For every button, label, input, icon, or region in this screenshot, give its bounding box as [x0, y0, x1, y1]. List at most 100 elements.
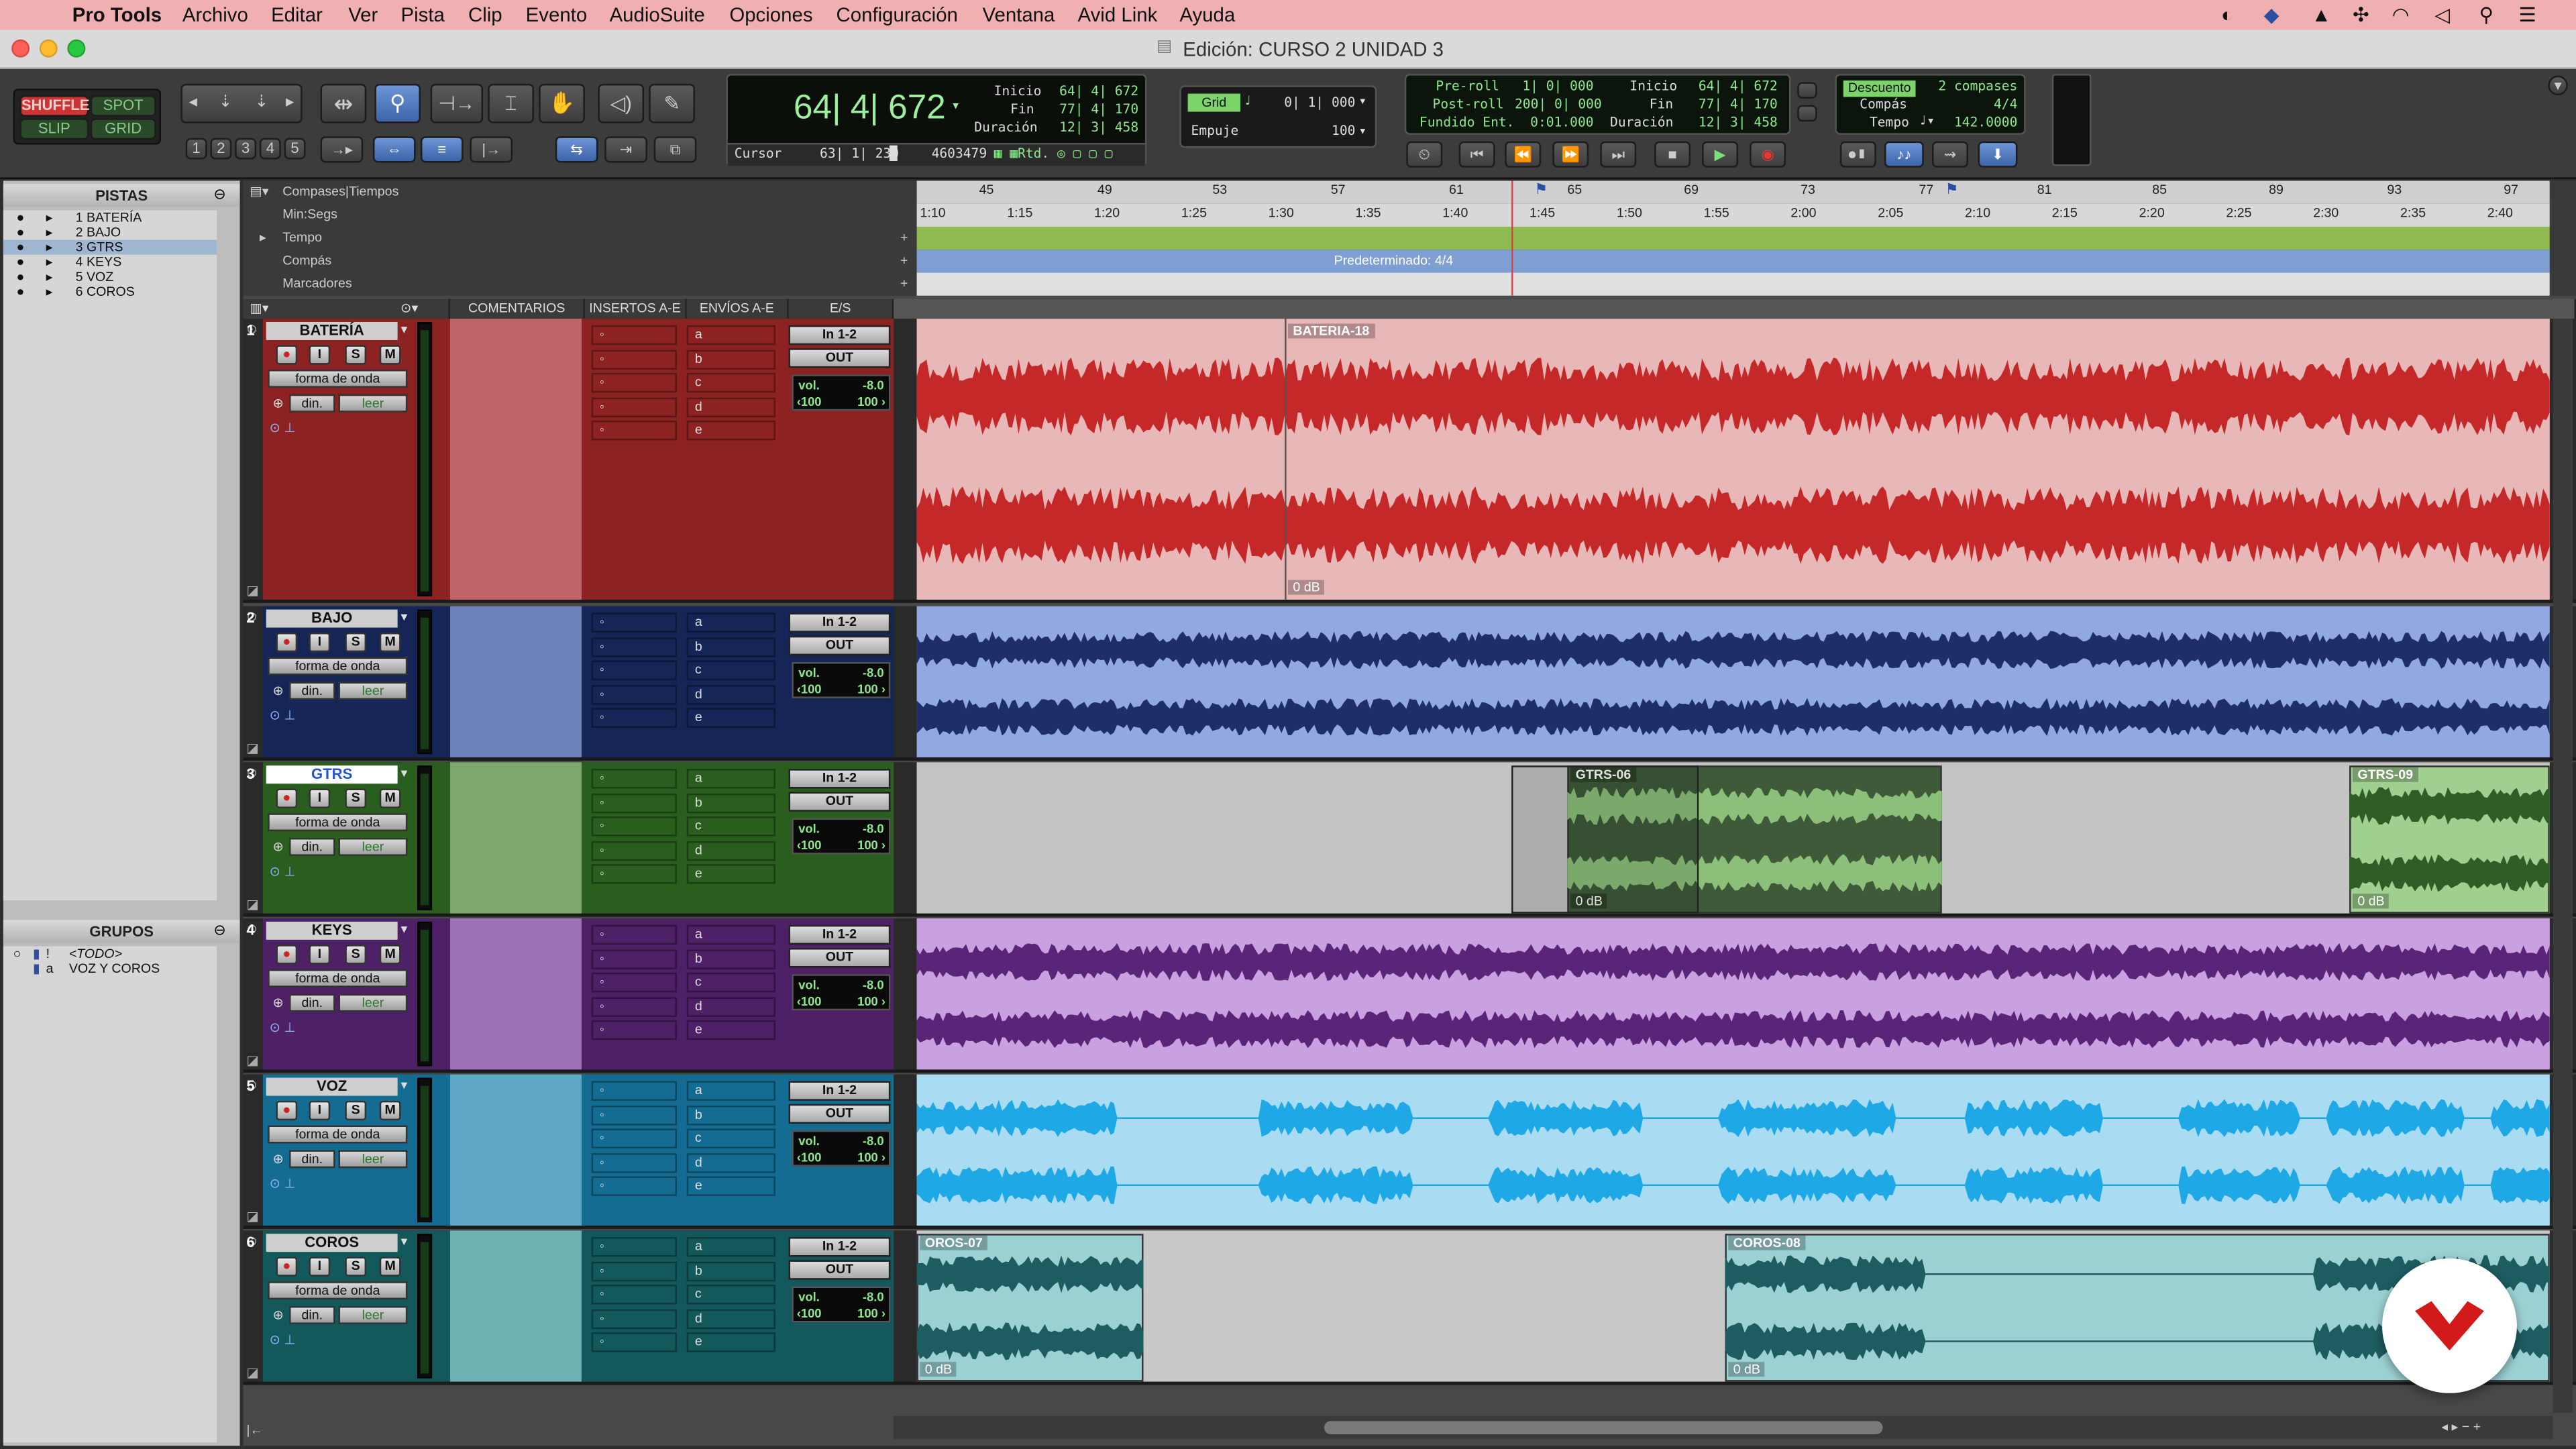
- send-slot[interactable]: e: [686, 1020, 775, 1040]
- track-playlist-lane[interactable]: [916, 918, 2550, 1070]
- send-slot[interactable]: a: [686, 612, 775, 633]
- dyn-button[interactable]: din.: [289, 1150, 335, 1169]
- insert-slot[interactable]: ◦: [591, 420, 677, 441]
- track-view-selector[interactable]: forma de onda: [268, 813, 408, 832]
- send-slot[interactable]: a: [686, 1081, 775, 1101]
- pencil-tool-icon[interactable]: ✎: [649, 83, 695, 123]
- volume-pan-display[interactable]: vol. -8.0 ‹100 100 ›: [792, 974, 891, 1011]
- volume-pan-display[interactable]: vol. -8.0 ‹100 100 ›: [792, 661, 891, 698]
- send-slot[interactable]: d: [686, 1308, 775, 1329]
- track-name[interactable]: 5 VOZ: [246, 1077, 398, 1096]
- automation-mode-selector[interactable]: leer: [338, 682, 408, 700]
- track-playlist-lane[interactable]: [916, 606, 2550, 757]
- countoff-value[interactable]: 2 compases: [1929, 79, 2017, 94]
- conductor-icon[interactable]: ⬇: [1978, 141, 2018, 168]
- record-icon[interactable]: ◉: [1750, 141, 1786, 168]
- zoom-out-icon[interactable]: ◂: [189, 94, 197, 112]
- track-resize-icon[interactable]: ◪: [246, 897, 259, 912]
- track-playlist-lane[interactable]: [916, 1074, 2550, 1226]
- grid-value[interactable]: 0| 1| 000: [1263, 95, 1355, 110]
- track-resize-icon[interactable]: ◪: [246, 583, 259, 598]
- send-slot[interactable]: d: [686, 396, 775, 417]
- grid-toggle[interactable]: Grid: [1187, 93, 1240, 112]
- track-name[interactable]: 4 KEYS: [246, 921, 398, 940]
- stop-icon[interactable]: ■: [1654, 141, 1691, 168]
- send-slot[interactable]: a: [686, 325, 775, 345]
- automation-mode-selector[interactable]: leer: [338, 1305, 408, 1324]
- track-name-dropdown-icon[interactable]: ▾: [401, 322, 408, 337]
- grid-dropdown-icon[interactable]: ▾: [1358, 94, 1366, 109]
- track-comments-field[interactable]: [450, 762, 582, 914]
- metronome-icon[interactable]: ⇝: [1932, 141, 1968, 168]
- send-slot[interactable]: e: [686, 708, 775, 728]
- zoom-in-icon[interactable]: ▸: [286, 94, 294, 112]
- output-selector[interactable]: OUT: [788, 348, 891, 368]
- input-selector[interactable]: In 1-2: [788, 924, 891, 945]
- insert-slot[interactable]: ◦: [591, 1128, 677, 1148]
- menu-archivo[interactable]: Archivo: [182, 3, 248, 26]
- automation-mode-selector[interactable]: leer: [338, 1150, 408, 1169]
- menu-evento[interactable]: Evento: [526, 3, 587, 26]
- record-enable-button[interactable]: ●: [276, 1256, 298, 1277]
- go-to-end-icon[interactable]: ⏭: [1600, 141, 1637, 168]
- track-view-selector[interactable]: forma de onda: [268, 1281, 408, 1300]
- input-selector[interactable]: In 1-2: [788, 612, 891, 633]
- track-view-selector[interactable]: forma de onda: [268, 370, 408, 388]
- track-resize-icon[interactable]: ◪: [246, 1365, 259, 1380]
- tempo-value[interactable]: 142.0000: [1945, 115, 2017, 129]
- pan-right-value[interactable]: 100 ›: [857, 1150, 885, 1165]
- grid-mode-button[interactable]: GRID: [90, 118, 156, 140]
- track-view-selector[interactable]: forma de onda: [268, 657, 408, 676]
- volume-pan-display[interactable]: vol. -8.0 ‹100 100 ›: [792, 818, 891, 855]
- fade-in-label[interactable]: Fundido Ent.: [1419, 115, 1515, 129]
- pan-left-value[interactable]: ‹100: [797, 1306, 822, 1321]
- input-monitor-button[interactable]: I: [309, 1256, 331, 1277]
- menu-opciones[interactable]: Opciones: [729, 3, 812, 26]
- volume-value[interactable]: -8.0: [863, 822, 884, 837]
- postroll-value[interactable]: 200| 0| 000: [1515, 97, 1602, 111]
- play-icon[interactable]: ▶: [1702, 141, 1739, 168]
- ruler-menu-icon[interactable]: ▤▾: [250, 180, 268, 203]
- track-name[interactable]: 3 GTRS: [246, 765, 398, 784]
- mute-button[interactable]: M: [379, 632, 401, 653]
- track-view-selector[interactable]: forma de onda: [268, 969, 408, 987]
- input-selector[interactable]: In 1-2: [788, 1237, 891, 1257]
- send-slot[interactable]: e: [686, 1176, 775, 1196]
- send-slot[interactable]: b: [686, 1260, 775, 1281]
- send-slot[interactable]: a: [686, 1237, 775, 1257]
- insert-slot[interactable]: ◦: [591, 372, 677, 393]
- sel-length-value[interactable]: 12| 3| 458: [1050, 120, 1138, 135]
- rewind-icon[interactable]: ⏪: [1505, 141, 1542, 168]
- insert-slot[interactable]: ◦: [591, 840, 677, 861]
- insert-slot[interactable]: ◦: [591, 996, 677, 1016]
- insert-slot[interactable]: ◦: [591, 612, 677, 633]
- selector-tool-icon[interactable]: ⌶: [488, 83, 534, 123]
- send-slot[interactable]: d: [686, 684, 775, 704]
- pan-left-value[interactable]: ‹100: [797, 994, 822, 1009]
- insert-slot[interactable]: ◦: [591, 1260, 677, 1281]
- insertion-follows-icon[interactable]: |→: [470, 136, 513, 163]
- insert-slot[interactable]: ◦: [591, 396, 677, 417]
- input-selector[interactable]: In 1-2: [788, 769, 891, 789]
- pan-left-value[interactable]: ‹100: [797, 838, 822, 853]
- menu-pista[interactable]: Pista: [401, 3, 445, 26]
- track-list-item[interactable]: ● ▸ 6 COROS: [3, 284, 217, 299]
- track-header-menu[interactable]: ▥▾ ⊙▾: [243, 299, 451, 319]
- shuffle-mode-button[interactable]: SHUFFLE: [19, 95, 89, 117]
- track-batería[interactable]: ⊙ 1 BATERÍA ▾ ● I S M forma de onda ⊕ din…: [243, 319, 2576, 603]
- record-enable-button[interactable]: ●: [276, 1100, 298, 1121]
- groups-menu-icon[interactable]: ⊖: [213, 922, 225, 940]
- record-enable-button[interactable]: ●: [276, 345, 298, 365]
- slip-mode-button[interactable]: SLIP: [19, 118, 89, 140]
- mute-button[interactable]: M: [379, 788, 401, 808]
- send-slot[interactable]: b: [686, 949, 775, 969]
- output-selector[interactable]: OUT: [788, 792, 891, 812]
- send-slot[interactable]: c: [686, 972, 775, 993]
- transport-start-value[interactable]: 64| 4| 672: [1695, 79, 1778, 94]
- volume-pan-display[interactable]: vol. -8.0 ‹100 100 ›: [792, 1130, 891, 1167]
- solo-button[interactable]: S: [345, 345, 367, 365]
- transport-end-value[interactable]: 77| 4| 170: [1695, 97, 1778, 111]
- lane-icon[interactable]: ⊙ ⊥: [270, 421, 296, 435]
- search-icon[interactable]: ⚲: [2479, 3, 2494, 26]
- insert-slot[interactable]: ◦: [591, 816, 677, 837]
